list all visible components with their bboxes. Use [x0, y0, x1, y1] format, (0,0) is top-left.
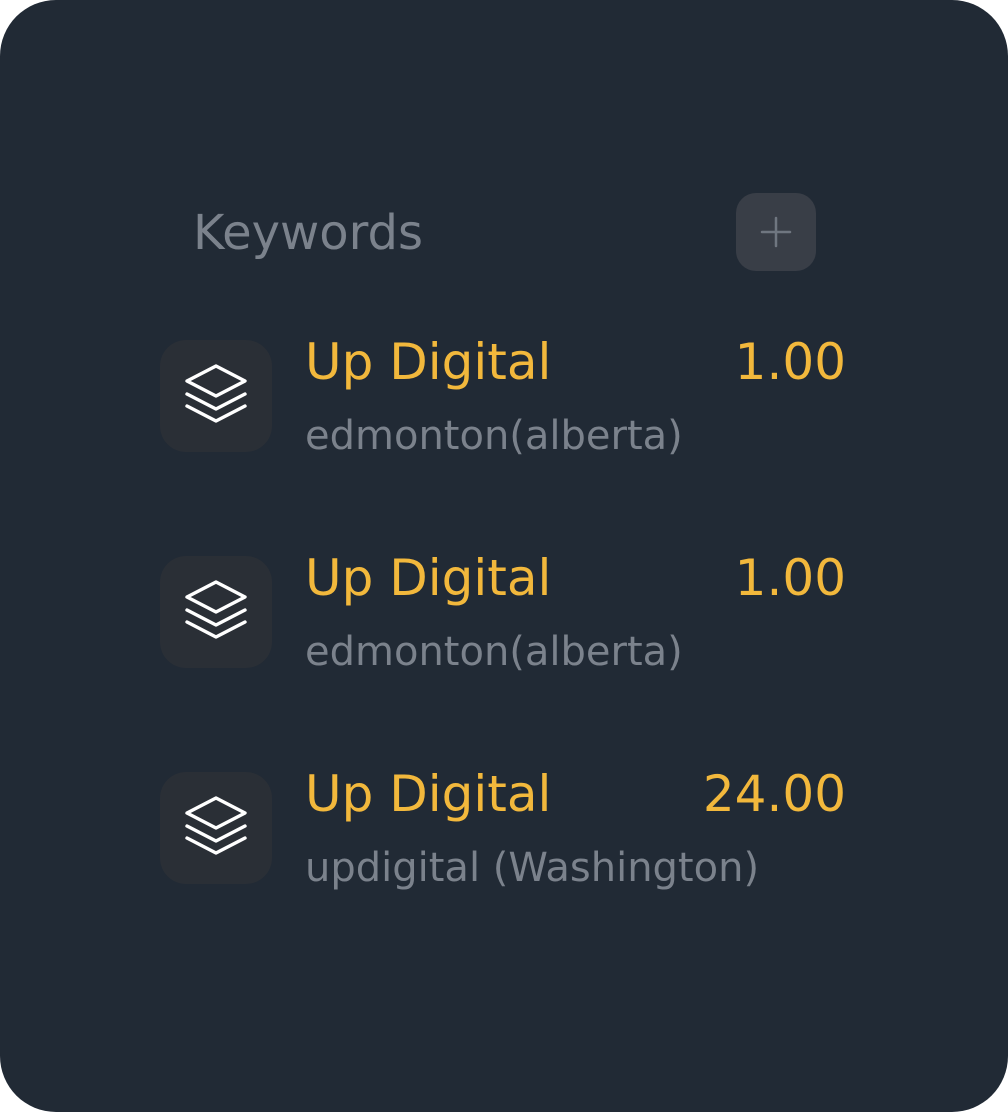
layers-icon — [185, 364, 247, 423]
plus-icon — [760, 216, 792, 248]
keyword-value: 1.00 — [734, 549, 846, 607]
keyword-row[interactable]: Up Digital 1.00 edmonton(alberta) — [160, 333, 860, 470]
keyword-name: Up Digital — [305, 333, 552, 391]
keyword-icon-box — [160, 772, 272, 884]
keyword-location: edmonton(alberta) — [305, 629, 683, 675]
keyword-row[interactable]: Up Digital 1.00 edmonton(alberta) — [160, 549, 860, 686]
keyword-name: Up Digital — [305, 765, 552, 823]
keywords-title: Keywords — [193, 205, 424, 261]
keyword-value: 1.00 — [734, 333, 846, 391]
add-keyword-button[interactable] — [736, 193, 816, 271]
keyword-icon-box — [160, 556, 272, 668]
keywords-card: Keywords Up Digital 1.00 edmonton(albert… — [0, 0, 1008, 1112]
keyword-icon-box — [160, 340, 272, 452]
keyword-value: 24.00 — [702, 765, 846, 823]
keyword-name: Up Digital — [305, 549, 552, 607]
layers-icon — [185, 796, 247, 855]
keyword-location: updigital (Washington) — [305, 845, 760, 891]
keyword-location: edmonton(alberta) — [305, 413, 683, 459]
keyword-row[interactable]: Up Digital 24.00 updigital (Washington) — [160, 765, 860, 902]
layers-icon — [185, 580, 247, 639]
